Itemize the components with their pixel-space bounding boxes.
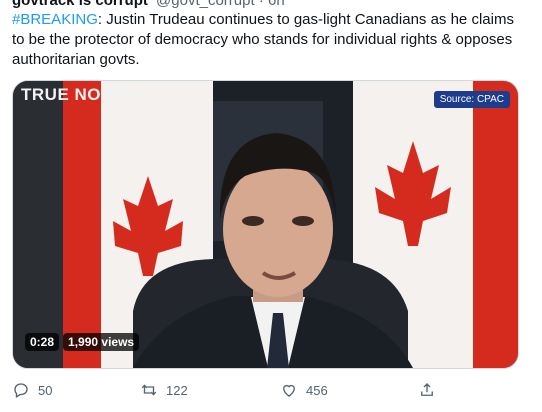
reply-button[interactable]: 50 xyxy=(12,381,52,399)
video-player[interactable]: TRUE NORTH Source: CPAC 0:28 1,990 views xyxy=(12,80,519,369)
author-handle[interactable]: @govt_corrupt · 6h xyxy=(156,0,285,9)
share-icon xyxy=(421,383,433,396)
video-time: 0:28 xyxy=(25,333,60,351)
tweet-header: govtrack is corrupt @govt_corrupt · 6h xyxy=(12,0,285,9)
tweet-text: #BREAKING: Justin Trudeau continues to g… xyxy=(12,10,527,70)
like-count: 456 xyxy=(306,382,328,398)
view-count: 1,990 views xyxy=(63,333,140,351)
reply-count: 50 xyxy=(38,382,53,398)
video-info: 0:28 1,990 views xyxy=(25,333,140,351)
retweet-count: 122 xyxy=(166,382,188,398)
author-name[interactable]: govtrack is corrupt xyxy=(12,0,148,9)
source-badge: Source: CPAC xyxy=(433,91,510,108)
like-icon xyxy=(283,384,295,397)
like-button[interactable]: 456 xyxy=(280,381,328,399)
retweet-icon xyxy=(141,384,157,396)
share-button[interactable] xyxy=(418,381,436,399)
brand-watermark: TRUE NORTH xyxy=(21,85,138,104)
video-frame xyxy=(13,81,518,368)
hashtag-link[interactable]: #BREAKING xyxy=(12,11,98,28)
retweet-button[interactable]: 122 xyxy=(140,381,188,399)
reply-icon xyxy=(14,383,28,398)
action-bar: 50 122 456 xyxy=(8,376,438,404)
